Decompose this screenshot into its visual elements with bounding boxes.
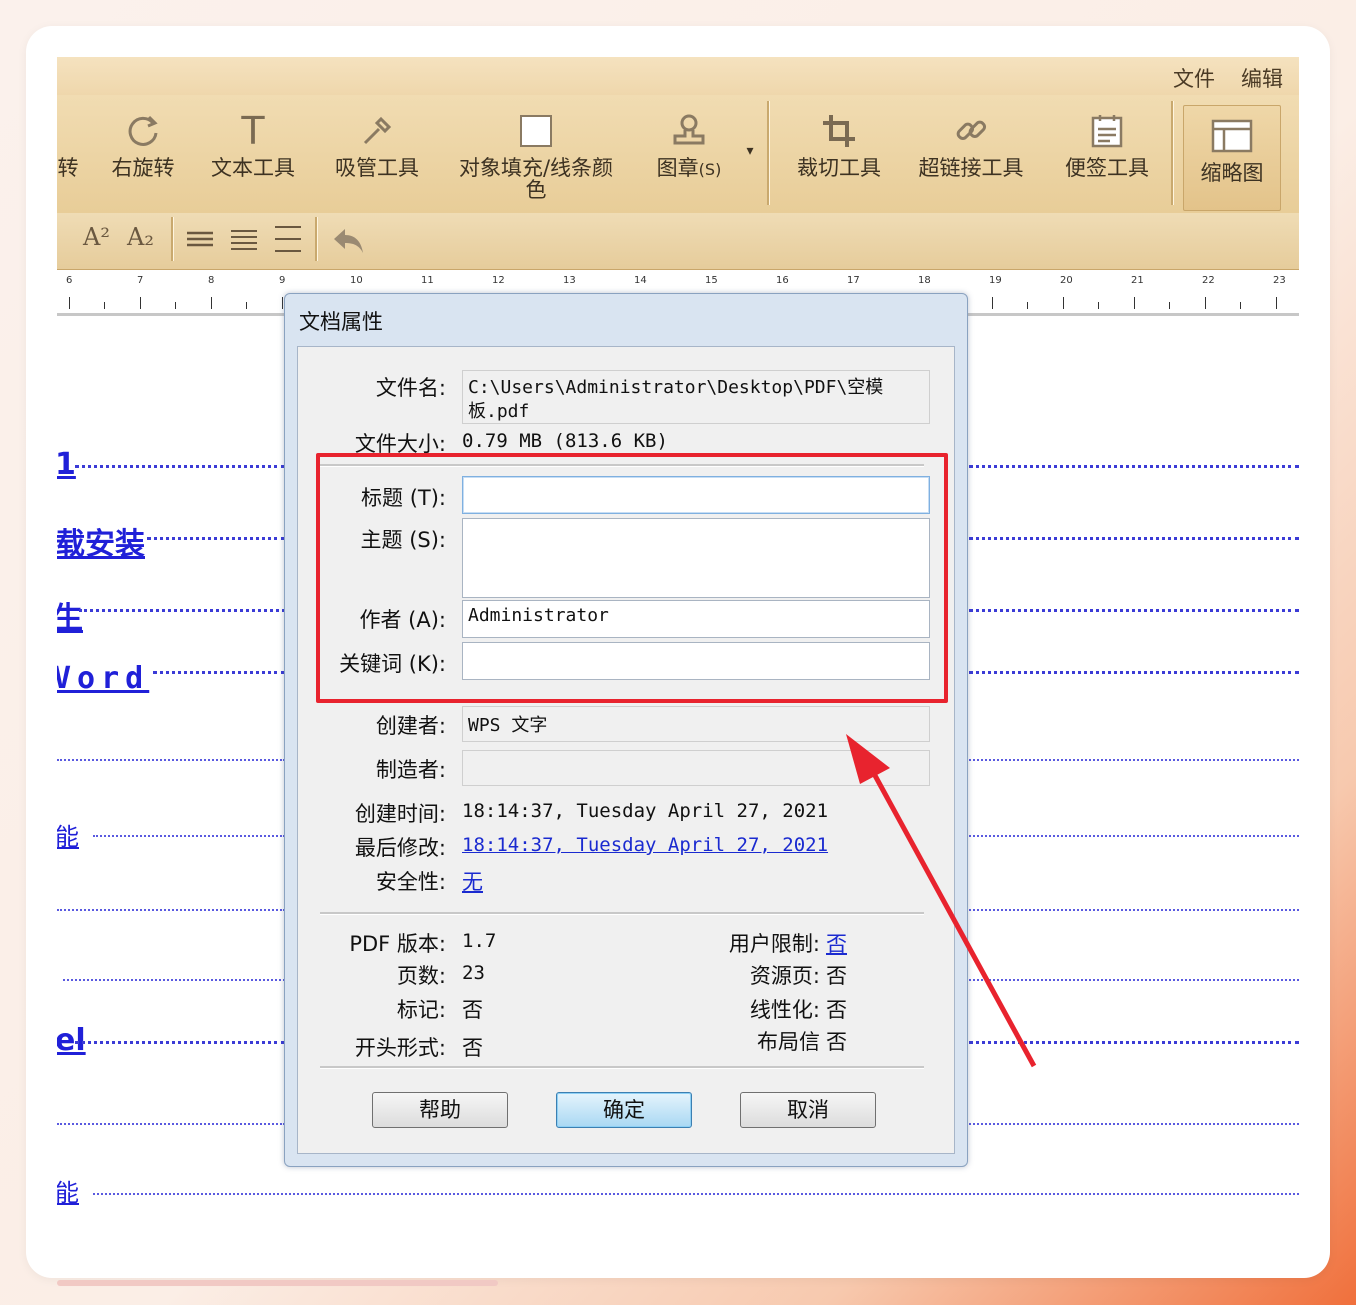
annotation-arrow-icon (846, 734, 1037, 1068)
scroll-indicator (57, 1280, 498, 1286)
